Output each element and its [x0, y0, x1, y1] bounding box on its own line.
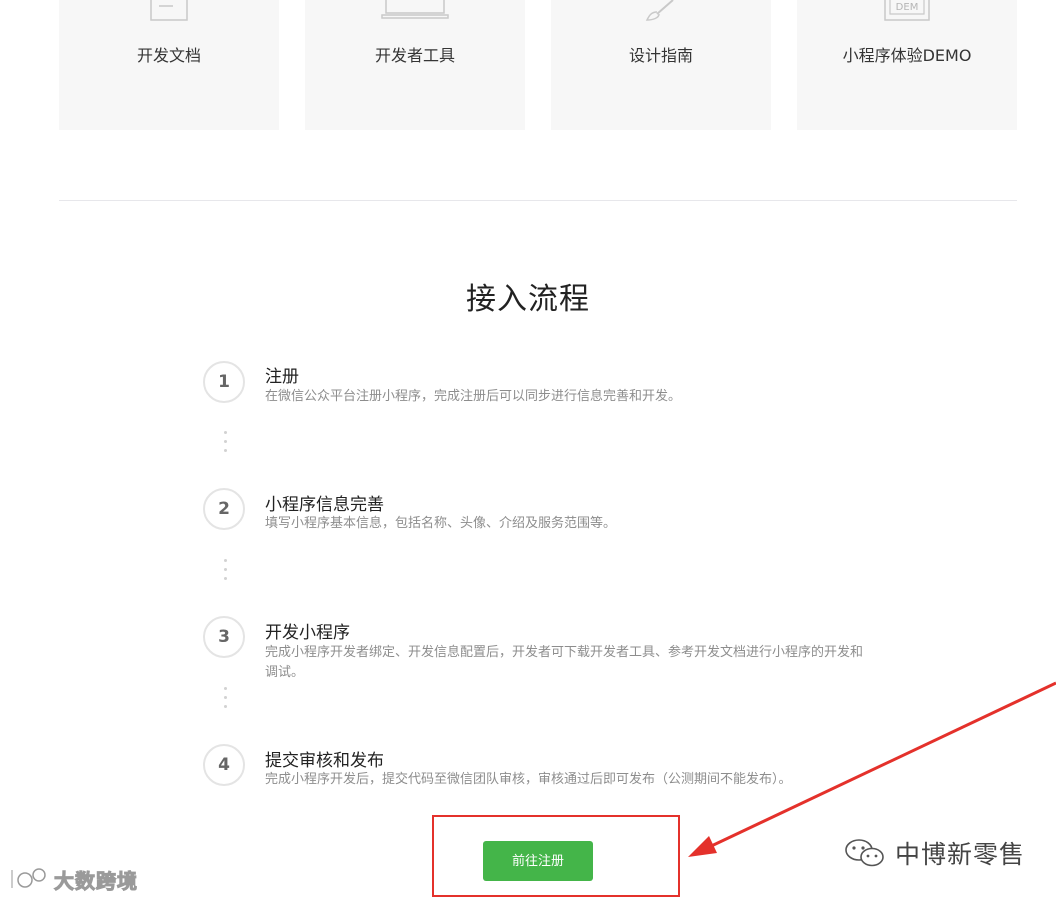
watermark-right: 中博新零售	[843, 833, 1025, 873]
watermark-right-text: 中博新零售	[895, 840, 1026, 869]
wechat-icon	[845, 839, 884, 867]
watermark-left: 大数跨境	[8, 864, 138, 894]
watermark-logo-icon	[10, 868, 46, 888]
watermark-left-text: 大数跨境	[54, 868, 138, 893]
annotation-arrow	[688, 681, 1056, 857]
register-button[interactable]: 前往注册	[483, 841, 593, 881]
